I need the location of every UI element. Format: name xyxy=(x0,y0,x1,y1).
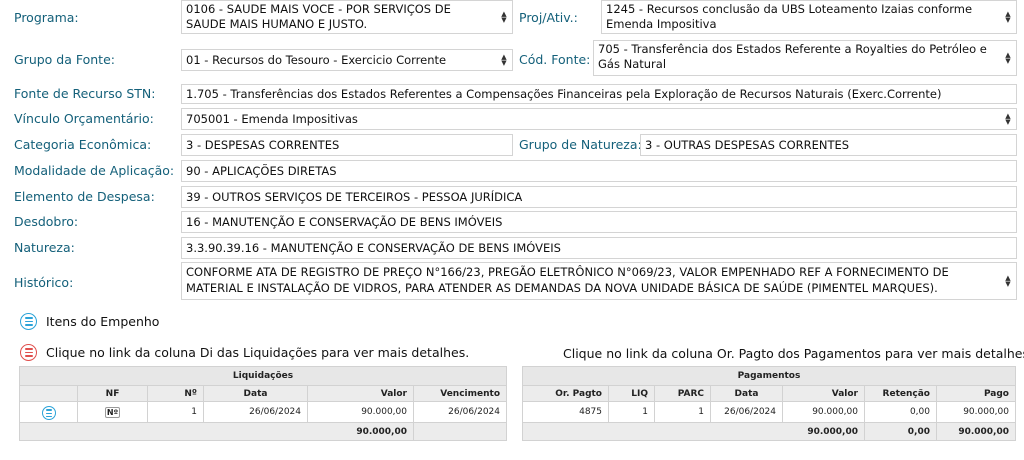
total-empty-cell xyxy=(413,422,507,441)
parc-cell: 1 xyxy=(654,401,711,423)
proj-ativ-select[interactable]: 1245 - Recursos conclusão da UBS Loteame… xyxy=(601,0,1017,34)
historico-value: CONFORME ATA DE REGISTRO DE PREÇO N°166/… xyxy=(186,265,949,295)
grupo-fonte-value: 01 - Recursos do Tesouro - Exercicio Cor… xyxy=(186,53,447,67)
programa-label: Programa: xyxy=(14,10,79,25)
proj-ativ-value: 1245 - Recursos conclusão da UBS Loteame… xyxy=(606,2,973,31)
desdobro-label: Desdobro: xyxy=(14,214,79,229)
categoria-field: 3 - DESPESAS CORRENTES xyxy=(181,134,513,156)
programa-value: 0106 - SAUDE MAIS VOCE - POR SERVIÇOS DE… xyxy=(186,2,451,31)
or-pagto-link-cell[interactable]: 4875 xyxy=(522,401,609,423)
cod-fonte-value: 705 - Transferência dos Estados Referent… xyxy=(598,42,987,71)
column-header-liq: LIQ xyxy=(608,385,655,402)
total-valor-cell: 90.000,00 xyxy=(19,422,414,441)
liquidacoes-caption: Liquidações xyxy=(19,366,507,386)
categoria-label: Categoria Econômica: xyxy=(14,137,152,152)
programa-select[interactable]: 0106 - SAUDE MAIS VOCE - POR SERVIÇOS DE… xyxy=(181,0,513,34)
data-cell: 26/06/2024 xyxy=(203,401,308,423)
desdobro-value: 16 - MANUTENÇÃO E CONSERVAÇÃO DE BENS IM… xyxy=(186,215,503,229)
pagamentos-caption: Pagamentos xyxy=(522,366,1016,386)
nf-cell[interactable]: Nº xyxy=(77,401,148,423)
vinculo-label: Vínculo Orçamentário: xyxy=(14,111,154,126)
liquidacoes-table: Liquidações NF Nº Data Valor Vencimento … xyxy=(19,366,507,441)
table-row: Nº 1 26/06/2024 90.000,00 26/06/2024 xyxy=(19,401,507,423)
table-header-row: Or. Pagto LIQ PARC Data Valor Retenção P… xyxy=(522,385,1016,402)
di-link-cell[interactable] xyxy=(19,401,78,423)
column-header-data: Data xyxy=(710,385,783,402)
column-header-or-pagto: Or. Pagto xyxy=(522,385,609,402)
modalidade-label: Modalidade de Aplicação: xyxy=(14,163,175,178)
spin-arrows-icon: ▲ ▼ xyxy=(1005,274,1011,288)
valor-cell: 90.000,00 xyxy=(782,401,865,423)
column-header-data: Data xyxy=(203,385,308,402)
nf-document-icon[interactable]: Nº xyxy=(104,406,121,418)
liq-cell: 1 xyxy=(608,401,655,423)
historico-label: Histórico: xyxy=(14,275,74,290)
fonte-stn-label: Fonte de Recurso STN: xyxy=(14,86,156,101)
column-header-valor: Valor xyxy=(307,385,414,402)
grupo-natureza-field: 3 - OUTRAS DESPESAS CORRENTES xyxy=(640,134,1017,156)
desdobro-field: 16 - MANUTENÇÃO E CONSERVAÇÃO DE BENS IM… xyxy=(181,211,1017,233)
column-header-parc: PARC xyxy=(654,385,711,402)
vinculo-value: 705001 - Emenda Impositivas xyxy=(186,112,358,126)
cod-fonte-select[interactable]: 705 - Transferência dos Estados Referent… xyxy=(593,40,1017,76)
column-header-numero: Nº xyxy=(147,385,204,402)
liquidacoes-hint-text: Clique no link da coluna Di das Liquidaç… xyxy=(46,345,470,360)
numero-cell: 1 xyxy=(147,401,204,423)
list-icon[interactable] xyxy=(41,406,56,421)
spin-arrows-icon: ▲ ▼ xyxy=(1005,51,1011,65)
data-cell: 26/06/2024 xyxy=(710,401,783,423)
column-header-nf: NF xyxy=(77,385,148,402)
list-icon xyxy=(20,313,37,330)
table-total-row: 90.000,00 0,00 90.000,00 xyxy=(522,422,1016,441)
valor-cell: 90.000,00 xyxy=(307,401,414,423)
itens-empenho-link[interactable]: Itens do Empenho xyxy=(20,313,159,330)
vencimento-cell: 26/06/2024 xyxy=(413,401,507,423)
retencao-cell: 0,00 xyxy=(864,401,937,423)
vinculo-select[interactable]: 705001 - Emenda Impositivas ▲ ▼ xyxy=(181,108,1017,130)
cod-fonte-label: Cód. Fonte: xyxy=(519,52,591,67)
modalidade-value: 90 - APLICAÇÕES DIRETAS xyxy=(186,164,337,178)
spin-arrows-icon: ▲ ▼ xyxy=(1005,10,1011,24)
fonte-stn-value: 1.705 - Transferências dos Estados Refer… xyxy=(186,87,942,101)
total-retencao-cell: 0,00 xyxy=(864,422,937,441)
natureza-label: Natureza: xyxy=(14,240,75,255)
pagamentos-hint: Clique no link da coluna Or. Pagto dos P… xyxy=(563,346,1024,361)
liquidacoes-hint: Clique no link da coluna Di das Liquidaç… xyxy=(20,344,469,361)
total-pago-cell: 90.000,00 xyxy=(936,422,1016,441)
grupo-fonte-label: Grupo da Fonte: xyxy=(14,52,115,67)
natureza-value: 3.3.90.39.16 - MANUTENÇÃO E CONSERVAÇÃO … xyxy=(186,241,561,255)
historico-textarea[interactable]: CONFORME ATA DE REGISTRO DE PREÇO N°166/… xyxy=(181,262,1017,300)
spin-arrows-icon: ▲ ▼ xyxy=(501,53,507,67)
elemento-field: 39 - OUTROS SERVIÇOS DE TERCEIROS - PESS… xyxy=(181,186,1017,208)
column-header-valor: Valor xyxy=(782,385,865,402)
categoria-value: 3 - DESPESAS CORRENTES xyxy=(186,138,340,152)
column-header-di xyxy=(19,385,78,402)
spin-arrows-icon: ▲ ▼ xyxy=(501,10,507,24)
modalidade-field: 90 - APLICAÇÕES DIRETAS xyxy=(181,160,1017,182)
grupo-fonte-select[interactable]: 01 - Recursos do Tesouro - Exercicio Cor… xyxy=(181,49,513,71)
spin-arrows-icon: ▲ ▼ xyxy=(1005,112,1011,126)
column-header-retencao: Retenção xyxy=(864,385,937,402)
table-header-row: NF Nº Data Valor Vencimento xyxy=(19,385,507,402)
fonte-stn-field: 1.705 - Transferências dos Estados Refer… xyxy=(181,84,1017,104)
itens-empenho-label: Itens do Empenho xyxy=(46,314,160,329)
total-valor-cell: 90.000,00 xyxy=(522,422,865,441)
proj-ativ-label: Proj/Ativ.: xyxy=(519,10,578,25)
pagamentos-table: Pagamentos Or. Pagto LIQ PARC Data Valor… xyxy=(522,366,1016,441)
table-row: 4875 1 1 26/06/2024 90.000,00 0,00 90.00… xyxy=(522,401,1016,423)
grupo-natureza-value: 3 - OUTRAS DESPESAS CORRENTES xyxy=(645,138,850,152)
grupo-natureza-label: Grupo de Natureza: xyxy=(519,137,642,152)
elemento-label: Elemento de Despesa: xyxy=(14,189,155,204)
column-header-vencimento: Vencimento xyxy=(413,385,507,402)
pagamentos-hint-text: Clique no link da coluna Or. Pagto dos P… xyxy=(563,346,1024,361)
list-icon xyxy=(20,344,37,361)
elemento-value: 39 - OUTROS SERVIÇOS DE TERCEIROS - PESS… xyxy=(186,190,523,204)
pago-cell: 90.000,00 xyxy=(936,401,1016,423)
natureza-field: 3.3.90.39.16 - MANUTENÇÃO E CONSERVAÇÃO … xyxy=(181,237,1017,259)
table-total-row: 90.000,00 xyxy=(19,422,507,441)
column-header-pago: Pago xyxy=(936,385,1016,402)
